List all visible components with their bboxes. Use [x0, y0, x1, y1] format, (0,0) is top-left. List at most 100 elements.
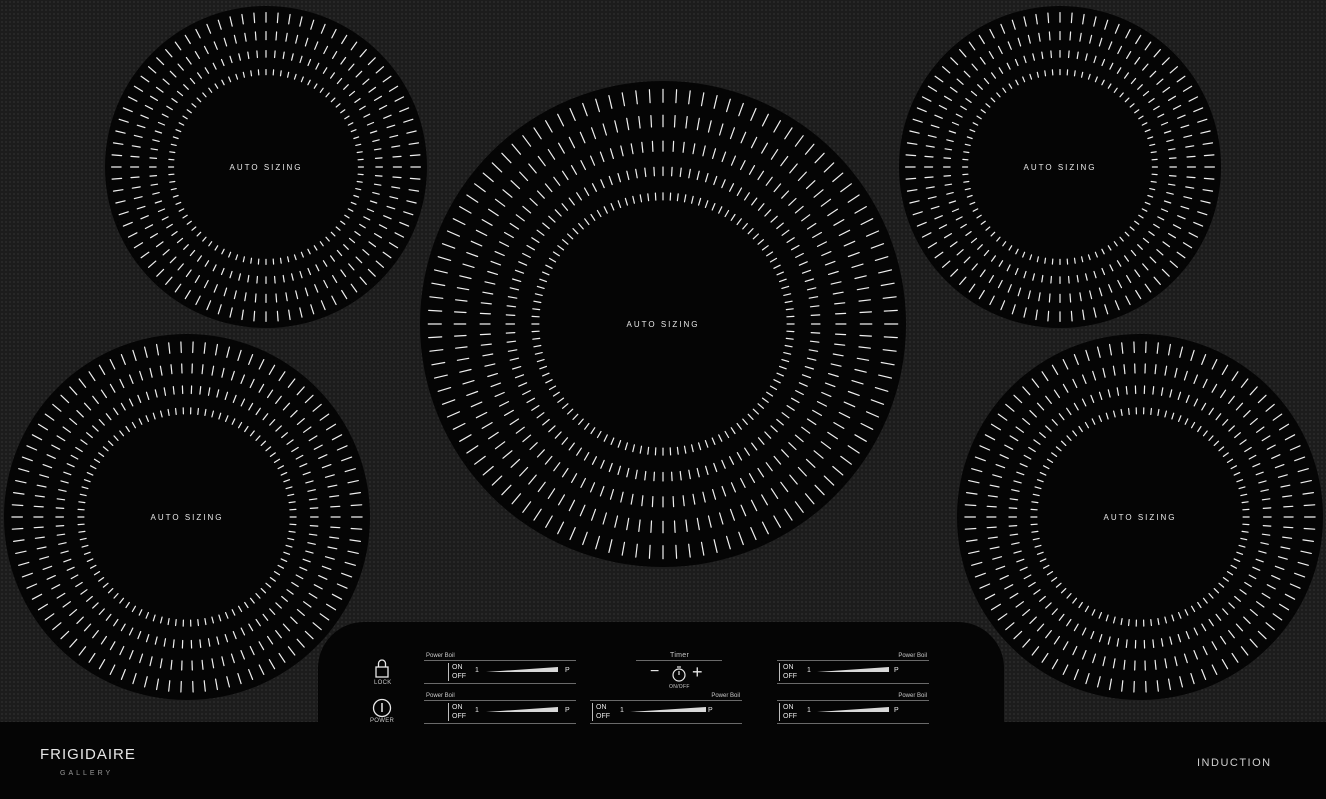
burner-marking	[479, 312, 492, 315]
burner-marking	[934, 251, 944, 259]
burner-marking	[691, 195, 694, 204]
burner-marking	[386, 124, 396, 129]
burner-marking	[730, 427, 736, 435]
burner-marking	[60, 394, 70, 404]
burner-marking	[736, 422, 742, 430]
burner-marking	[484, 281, 496, 285]
burner-rear-right[interactable]: AUTO SIZING	[899, 6, 1221, 328]
burner-marking	[1073, 669, 1079, 680]
burner-marking	[990, 97, 996, 103]
burner-marking	[1238, 544, 1246, 548]
burner-marking	[1167, 148, 1176, 151]
burner-marking	[813, 189, 824, 198]
power-slider[interactable]	[630, 706, 710, 714]
burner-front-left[interactable]: AUTO SIZING	[4, 334, 370, 700]
burner-marking	[843, 240, 856, 247]
power-slider[interactable]	[486, 666, 560, 674]
burner-marking	[128, 627, 134, 636]
burner-marking	[718, 206, 723, 214]
burner-marking	[169, 70, 177, 78]
burner-marking	[806, 357, 817, 361]
timer-plus-button[interactable]: +	[692, 663, 703, 681]
burner-marking	[536, 285, 545, 289]
burner-marking	[456, 357, 470, 361]
on-off-toggle[interactable]: ON OFF	[448, 663, 472, 681]
burner-marking	[441, 243, 456, 249]
burner-marking	[591, 508, 597, 521]
burner-marking	[608, 95, 613, 109]
power-button[interactable]: POWER	[366, 697, 398, 729]
zone-control-rear-left[interactable]: Power Boil ON OFF 1 P	[424, 653, 576, 684]
burner-marking	[501, 484, 512, 496]
burner-rear-left[interactable]: AUTO SIZING	[105, 6, 427, 328]
zone-control-front-left[interactable]: Power Boil ON OFF 1 P	[424, 693, 576, 724]
burner-marking	[162, 249, 170, 256]
power-slider[interactable]	[817, 666, 891, 674]
burner-marking	[761, 245, 769, 251]
burner-marking	[1303, 504, 1316, 507]
lock-button[interactable]: LOCK	[368, 657, 396, 689]
burner-marking	[1202, 430, 1208, 437]
burner-marking	[1135, 34, 1142, 45]
timer-minus-button[interactable]: −	[650, 664, 659, 680]
induction-label: INDUCTION	[1197, 757, 1272, 769]
power-slider[interactable]	[486, 706, 560, 714]
power-slider[interactable]	[817, 706, 891, 714]
on-off-toggle[interactable]: ON OFF	[592, 703, 616, 721]
burner-marking	[672, 496, 675, 508]
on-off-toggle[interactable]: ON OFF	[779, 663, 803, 681]
burner-marking	[1154, 364, 1157, 375]
burner-marking	[781, 190, 790, 199]
burner-marking	[672, 140, 675, 153]
burner-marking	[137, 631, 142, 640]
on-off-toggle[interactable]: ON OFF	[448, 703, 472, 721]
burner-marking	[168, 342, 171, 354]
burner-marking	[1091, 609, 1096, 616]
burner-marking	[207, 638, 211, 647]
burner-marking	[1138, 115, 1144, 120]
burner-marking	[1153, 276, 1161, 285]
max-level: P	[565, 707, 570, 714]
burner-marking	[784, 344, 793, 348]
burner-marking	[350, 527, 363, 530]
burner-marking	[987, 536, 998, 539]
burner-marking	[965, 97, 972, 104]
burner-marking	[1149, 70, 1157, 78]
burner-marking	[1081, 374, 1087, 385]
burner-marking	[1142, 90, 1150, 97]
burner-marking	[1036, 71, 1039, 78]
burner-marking	[548, 257, 557, 263]
burner-marking	[626, 517, 630, 531]
timer-icon[interactable]	[671, 665, 687, 683]
burner-center[interactable]: AUTO SIZING	[420, 81, 906, 567]
zone-control-center[interactable]: Power Boil ON OFF 1 P	[590, 693, 742, 724]
burner-marking	[1156, 78, 1164, 85]
timer-control[interactable]: Timer − + ON/OFF	[636, 651, 722, 691]
burner-marking	[1168, 95, 1176, 102]
zone-control-rear-right[interactable]: Power Boil ON OFF 1 P	[777, 653, 929, 684]
burner-marking	[883, 336, 898, 339]
burner-marking	[254, 31, 257, 41]
burner-marking	[326, 603, 337, 611]
burner-marking	[503, 409, 514, 416]
zone-control-front-right[interactable]: Power Boil ON OFF 1 P	[777, 693, 929, 724]
burner-front-right[interactable]: AUTO SIZING	[957, 334, 1323, 700]
burner-marking	[813, 450, 824, 459]
burner-marking	[943, 157, 952, 159]
burner-marking	[711, 437, 716, 445]
divider	[636, 660, 722, 661]
burner-marking	[930, 124, 940, 129]
burner-marking	[490, 382, 502, 388]
burner-marking	[1176, 251, 1186, 259]
burner-marking	[1073, 70, 1076, 77]
burner-marking	[1161, 268, 1170, 277]
burner-marking	[100, 389, 108, 399]
burner-marking	[122, 107, 133, 113]
on-off-toggle[interactable]: ON OFF	[779, 703, 803, 721]
burner-marking	[1213, 440, 1220, 447]
burner-marking	[282, 623, 291, 632]
burner-marking	[403, 118, 414, 123]
burner-marking	[1134, 220, 1140, 225]
burner-marking	[1157, 113, 1165, 118]
burner-marking	[466, 252, 479, 258]
